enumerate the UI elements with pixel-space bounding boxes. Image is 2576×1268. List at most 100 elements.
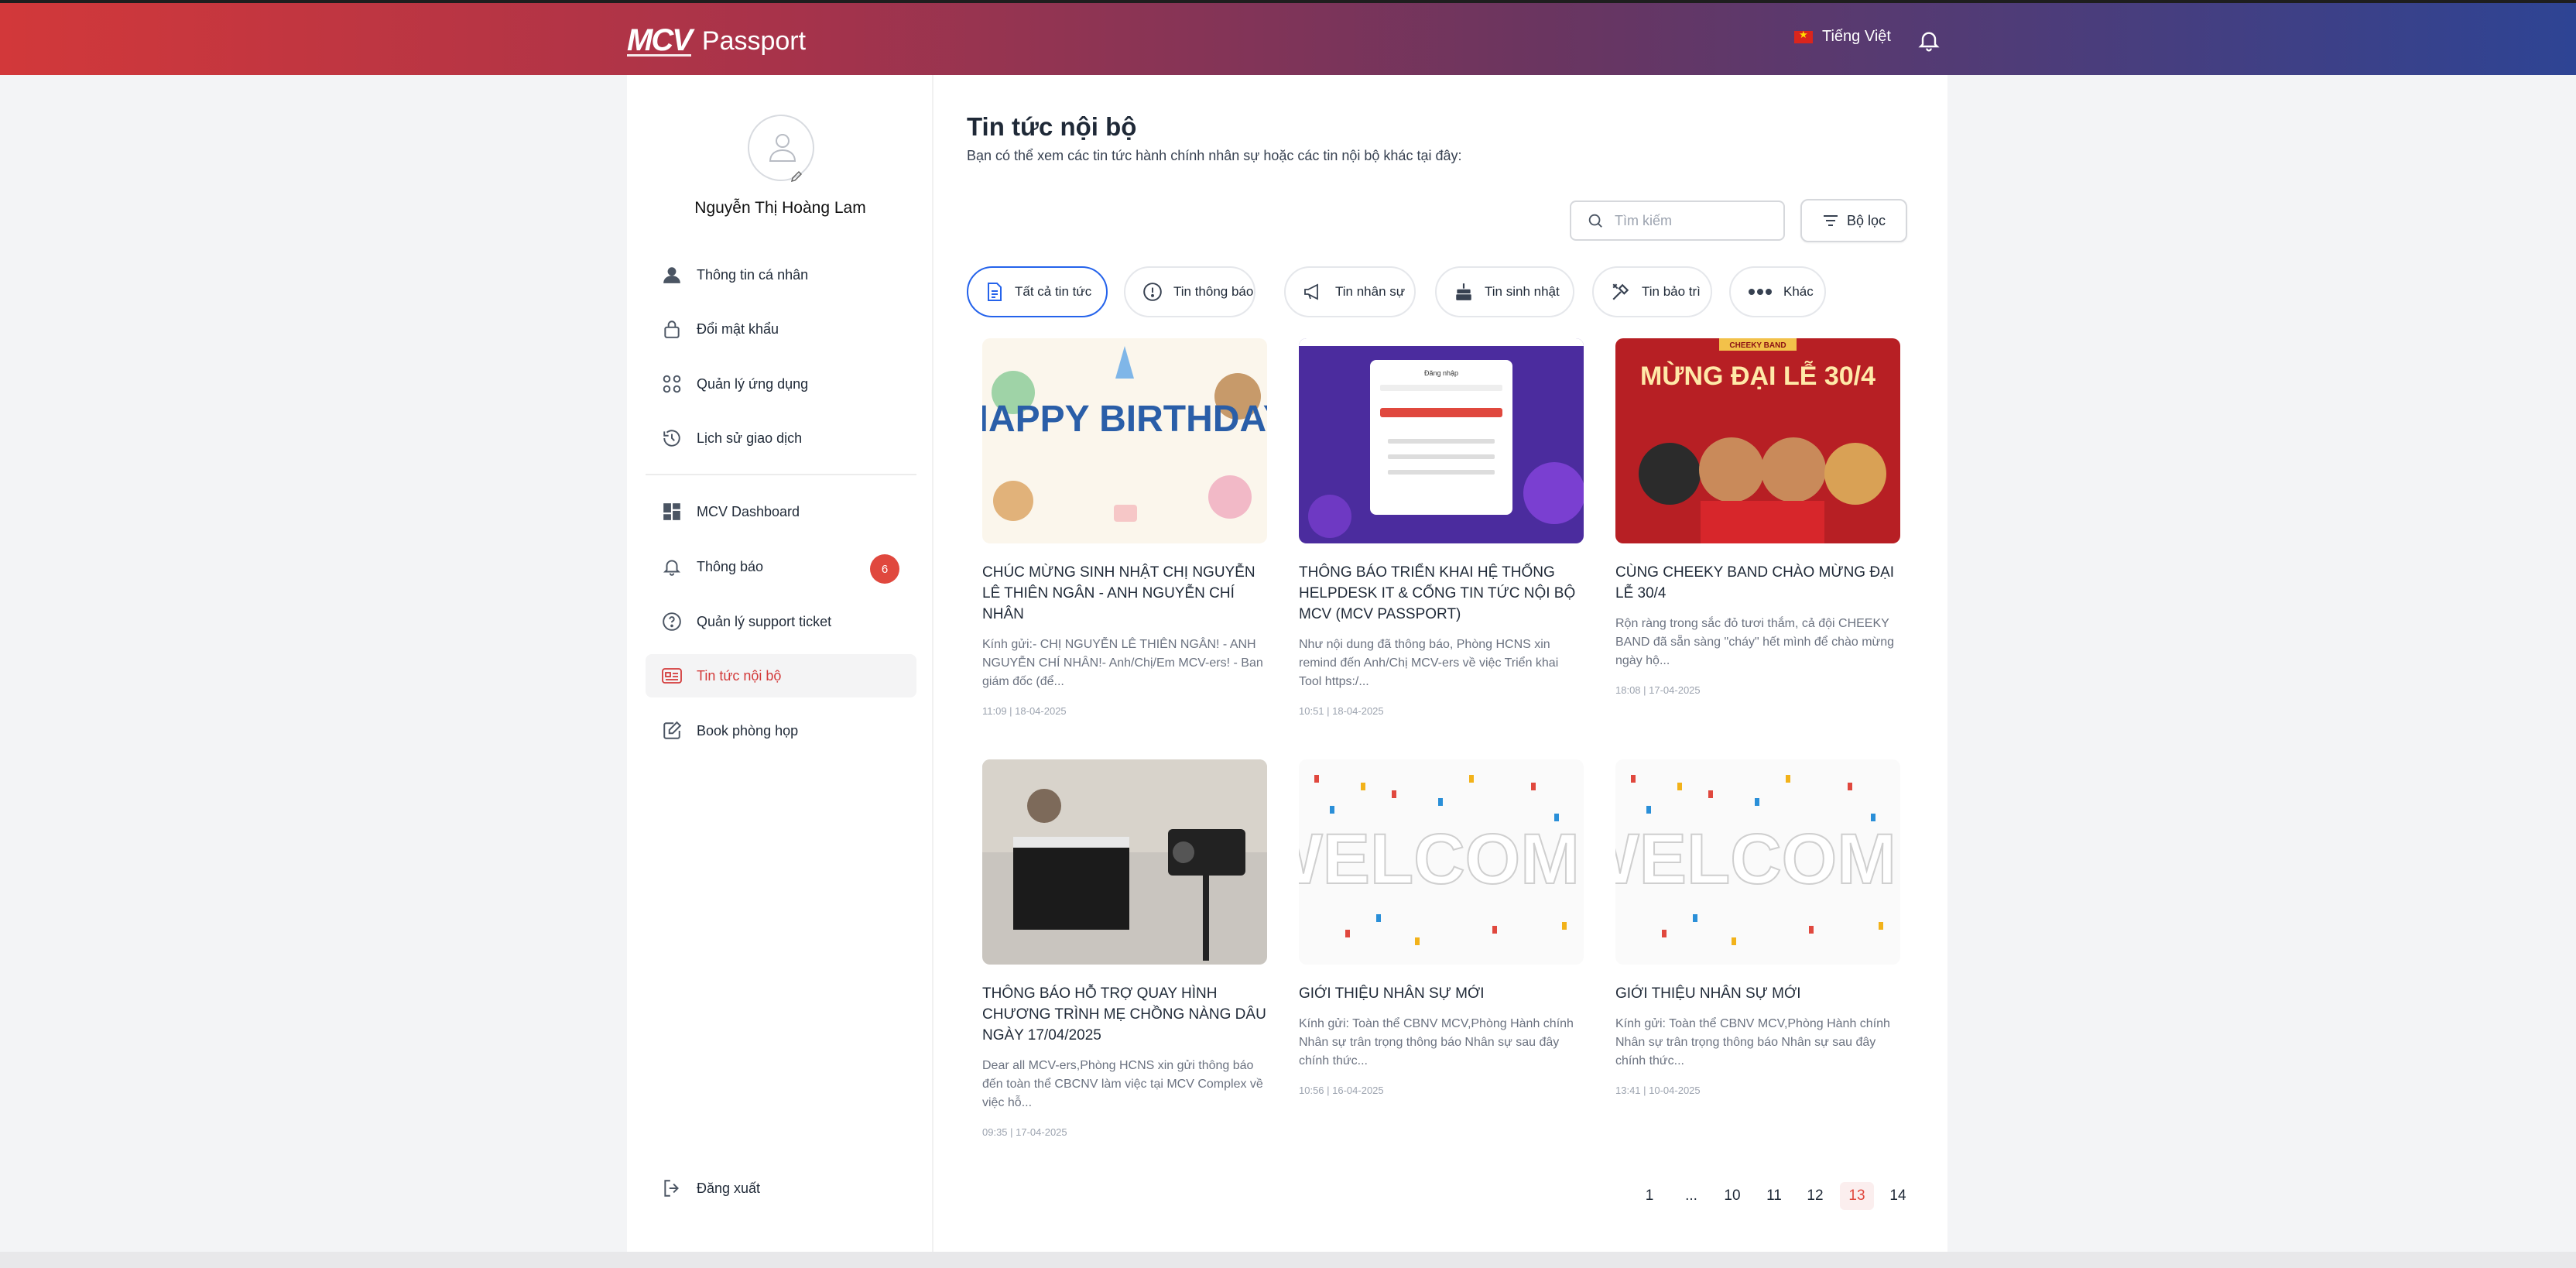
news-title[interactable]: CÙNG CHEEKY BAND CHÀO MỪNG ĐẠI LỄ 30/4 — [1615, 562, 1900, 604]
bell-icon — [663, 560, 681, 576]
cheeky-band-badge: CHEEKY BAND — [1729, 341, 1786, 350]
sidebar-item-label: Lịch sử giao dịch — [697, 430, 803, 446]
news-excerpt: Như nội dung đã thông báo, Phòng HCNS xi… — [1299, 638, 1559, 688]
main-content: Tin tức nội bộ Bạn có thể xem các tin tứ… — [967, 75, 1934, 1252]
filter-button[interactable]: Bộ lọc — [1800, 199, 1907, 242]
news-date: 10:56 | 16-04-2025 — [1299, 1085, 1384, 1096]
notification-count-badge: 6 — [870, 554, 899, 584]
sidebar-item-transaction-history[interactable]: Lịch sử giao dịch — [646, 416, 916, 460]
news-excerpt: Kính gửi: Toàn thể CBNV MCV,Phòng Hành c… — [1615, 1017, 1890, 1068]
tab-hr-news[interactable]: Tin nhân sự — [1284, 266, 1416, 317]
news-thumbnail-cheeky-band[interactable]: CHEEKY BAND MỪNG ĐẠI LỄ 30/4 — [1615, 338, 1900, 543]
help-icon — [663, 612, 681, 631]
page-12-button[interactable]: 12 — [1798, 1182, 1832, 1210]
search-box[interactable] — [1570, 200, 1785, 241]
page-title: Tin tức nội bộ — [967, 112, 1137, 141]
apps-icon — [663, 375, 681, 393]
sidebar-item-label: Quản lý support ticket — [697, 613, 832, 629]
tab-announcements[interactable]: Tin thông báo — [1124, 266, 1255, 317]
news-title[interactable]: GIỚI THIỆU NHÂN SỰ MỚI — [1299, 983, 1584, 1004]
helpdesk-image-text: Đăng nhập — [1424, 369, 1458, 377]
news-card[interactable]: THÔNG BÁO HỖ TRỢ QUAY HÌNH CHƯƠNG TRÌNH … — [982, 759, 1267, 1138]
history-icon — [663, 430, 680, 447]
sidebar-divider — [646, 474, 916, 475]
page-container: Nguyễn Thị Hoàng Lam Thông tin cá nhân Đ… — [627, 75, 1947, 1252]
more-dots-icon — [1749, 289, 1772, 295]
news-date: 13:41 | 10-04-2025 — [1615, 1085, 1701, 1096]
page-13-button[interactable]: 13 — [1840, 1182, 1874, 1210]
sidebar-item-internal-news[interactable]: Tin tức nội bộ — [646, 654, 916, 697]
notification-bell-icon[interactable] — [1917, 26, 1941, 54]
logout-icon — [664, 1180, 679, 1197]
news-excerpt: Dear all MCV-ers,Phòng HCNS xin gửi thôn… — [982, 1059, 1263, 1109]
news-excerpt: Kính gửi:- CHỊ NGUYỄN LÊ THIÊN NGÂN! - A… — [982, 638, 1263, 688]
logout-label: Đăng xuất — [697, 1180, 761, 1196]
sidebar-item-label: Quản lý ứng dụng — [697, 375, 809, 392]
news-date: 11:09 | 18-04-2025 — [982, 705, 1067, 717]
page-10-button[interactable]: 10 — [1715, 1182, 1749, 1210]
tab-all-news[interactable]: Tất cả tin tức — [967, 266, 1108, 317]
page-ellipsis: ... — [1685, 1187, 1697, 1204]
page-subtitle: Bạn có thể xem các tin tức hành chính nh… — [967, 148, 1462, 163]
page-11-button[interactable]: 11 — [1757, 1182, 1791, 1210]
news-title[interactable]: THÔNG BÁO TRIỂN KHAI HỆ THỐNG HELPDESK I… — [1299, 562, 1584, 625]
search-input[interactable] — [1615, 212, 1769, 229]
tab-birthday-news[interactable]: Tin sinh nhật — [1435, 266, 1574, 317]
sidebar-item-app-management[interactable]: Quản lý ứng dụng — [646, 362, 916, 406]
sidebar-item-mcv-dashboard[interactable]: MCV Dashboard — [646, 490, 916, 533]
tab-other[interactable]: Khác — [1729, 266, 1826, 317]
user-name: Nguyễn Thị Hoàng Lam — [694, 199, 866, 217]
tab-label: Tin bảo trì — [1642, 284, 1701, 299]
sidebar-item-change-password[interactable]: Đổi mật khẩu — [646, 307, 916, 351]
news-date: 18:08 | 17-04-2025 — [1615, 684, 1701, 696]
sidebar-item-notifications[interactable]: Thông báo 6 — [646, 545, 916, 588]
edit-icon — [663, 721, 682, 739]
sidebar-item-label: Đổi mật khẩu — [697, 320, 779, 337]
news-title[interactable]: GIỚI THIỆU NHÂN SỰ MỚI — [1615, 983, 1900, 1004]
news-excerpt: Rộn ràng trong sắc đỏ tươi thắm, cả đội … — [1615, 617, 1895, 667]
sidebar-item-label: Thông báo — [697, 558, 764, 574]
news-card[interactable]: Đăng nhập THÔNG BÁO TRIỂN KHAI HỆ THỐNG … — [1299, 338, 1584, 717]
tab-maintenance-news[interactable]: Tin bảo trì — [1592, 266, 1712, 317]
user-placeholder-icon — [769, 134, 796, 162]
document-icon — [988, 283, 1002, 301]
news-thumbnail-birthday[interactable]: HAPPY BIRTHDAY — [982, 338, 1267, 543]
megaphone-icon — [1304, 283, 1318, 300]
news-thumbnail-welcome[interactable]: WELCOME — [1299, 759, 1584, 965]
edit-avatar-icon[interactable] — [790, 170, 803, 183]
alert-circle-icon — [1143, 283, 1162, 301]
tab-label: Tin thông báo — [1173, 284, 1254, 299]
lock-icon — [664, 320, 680, 338]
sidebar-item-book-meeting-room[interactable]: Book phòng họp — [646, 709, 916, 752]
logout-button[interactable]: Đăng xuất — [646, 1167, 916, 1210]
filter-icon — [1823, 215, 1838, 226]
sidebar-item-support-ticket[interactable]: Quản lý support ticket — [646, 600, 916, 643]
sidebar-item-label: Thông tin cá nhân — [697, 266, 809, 283]
welcome-image-text: WELCOME — [1299, 820, 1584, 899]
news-card[interactable]: CHEEKY BAND MỪNG ĐẠI LỄ 30/4 CÙNG CHEEKY… — [1615, 338, 1900, 696]
news-thumbnail-filming[interactable] — [982, 759, 1267, 965]
bottom-edge — [0, 1252, 2576, 1268]
news-thumbnail-helpdesk[interactable]: Đăng nhập — [1299, 338, 1584, 543]
language-label: Tiếng Việt — [1822, 28, 1891, 45]
news-card[interactable]: HAPPY BIRTHDAY CHÚC MỪNG SINH NHẬT CHỊ N… — [982, 338, 1267, 717]
sidebar-item-personal-info[interactable]: Thông tin cá nhân — [646, 253, 916, 296]
holiday-image-text: MỪNG ĐẠI LỄ 30/4 — [1640, 362, 1875, 391]
welcome-image-text: WELCOME — [1615, 820, 1900, 899]
language-selector[interactable]: Tiếng Việt — [1794, 28, 1891, 46]
page-14-button[interactable]: 14 — [1881, 1182, 1915, 1210]
news-icon — [662, 668, 682, 684]
tools-icon — [1612, 283, 1629, 300]
news-title[interactable]: THÔNG BÁO HỖ TRỢ QUAY HÌNH CHƯƠNG TRÌNH … — [982, 983, 1267, 1046]
news-card[interactable]: WELCOME GIỚI THIỆU NHÂN SỰ MỚI Kính gửi:… — [1615, 759, 1900, 1096]
app-logo[interactable]: MCV Passport — [627, 25, 806, 57]
news-title[interactable]: CHÚC MỪNG SINH NHẬT CHỊ NGUYỄN LÊ THIÊN … — [982, 562, 1267, 625]
vietnam-flag-icon — [1794, 29, 1813, 43]
page-1-button[interactable]: 1 — [1632, 1182, 1667, 1210]
news-excerpt: Kính gửi: Toàn thể CBNV MCV,Phòng Hành c… — [1299, 1017, 1574, 1068]
filter-label: Bộ lọc — [1846, 212, 1886, 228]
avatar[interactable] — [748, 115, 814, 181]
news-card[interactable]: WELCOME GIỚI THIỆU NHÂN SỰ MỚI Kính gửi:… — [1299, 759, 1584, 1096]
news-date: 09:35 | 17-04-2025 — [982, 1126, 1067, 1138]
news-thumbnail-welcome[interactable]: WELCOME — [1615, 759, 1900, 965]
